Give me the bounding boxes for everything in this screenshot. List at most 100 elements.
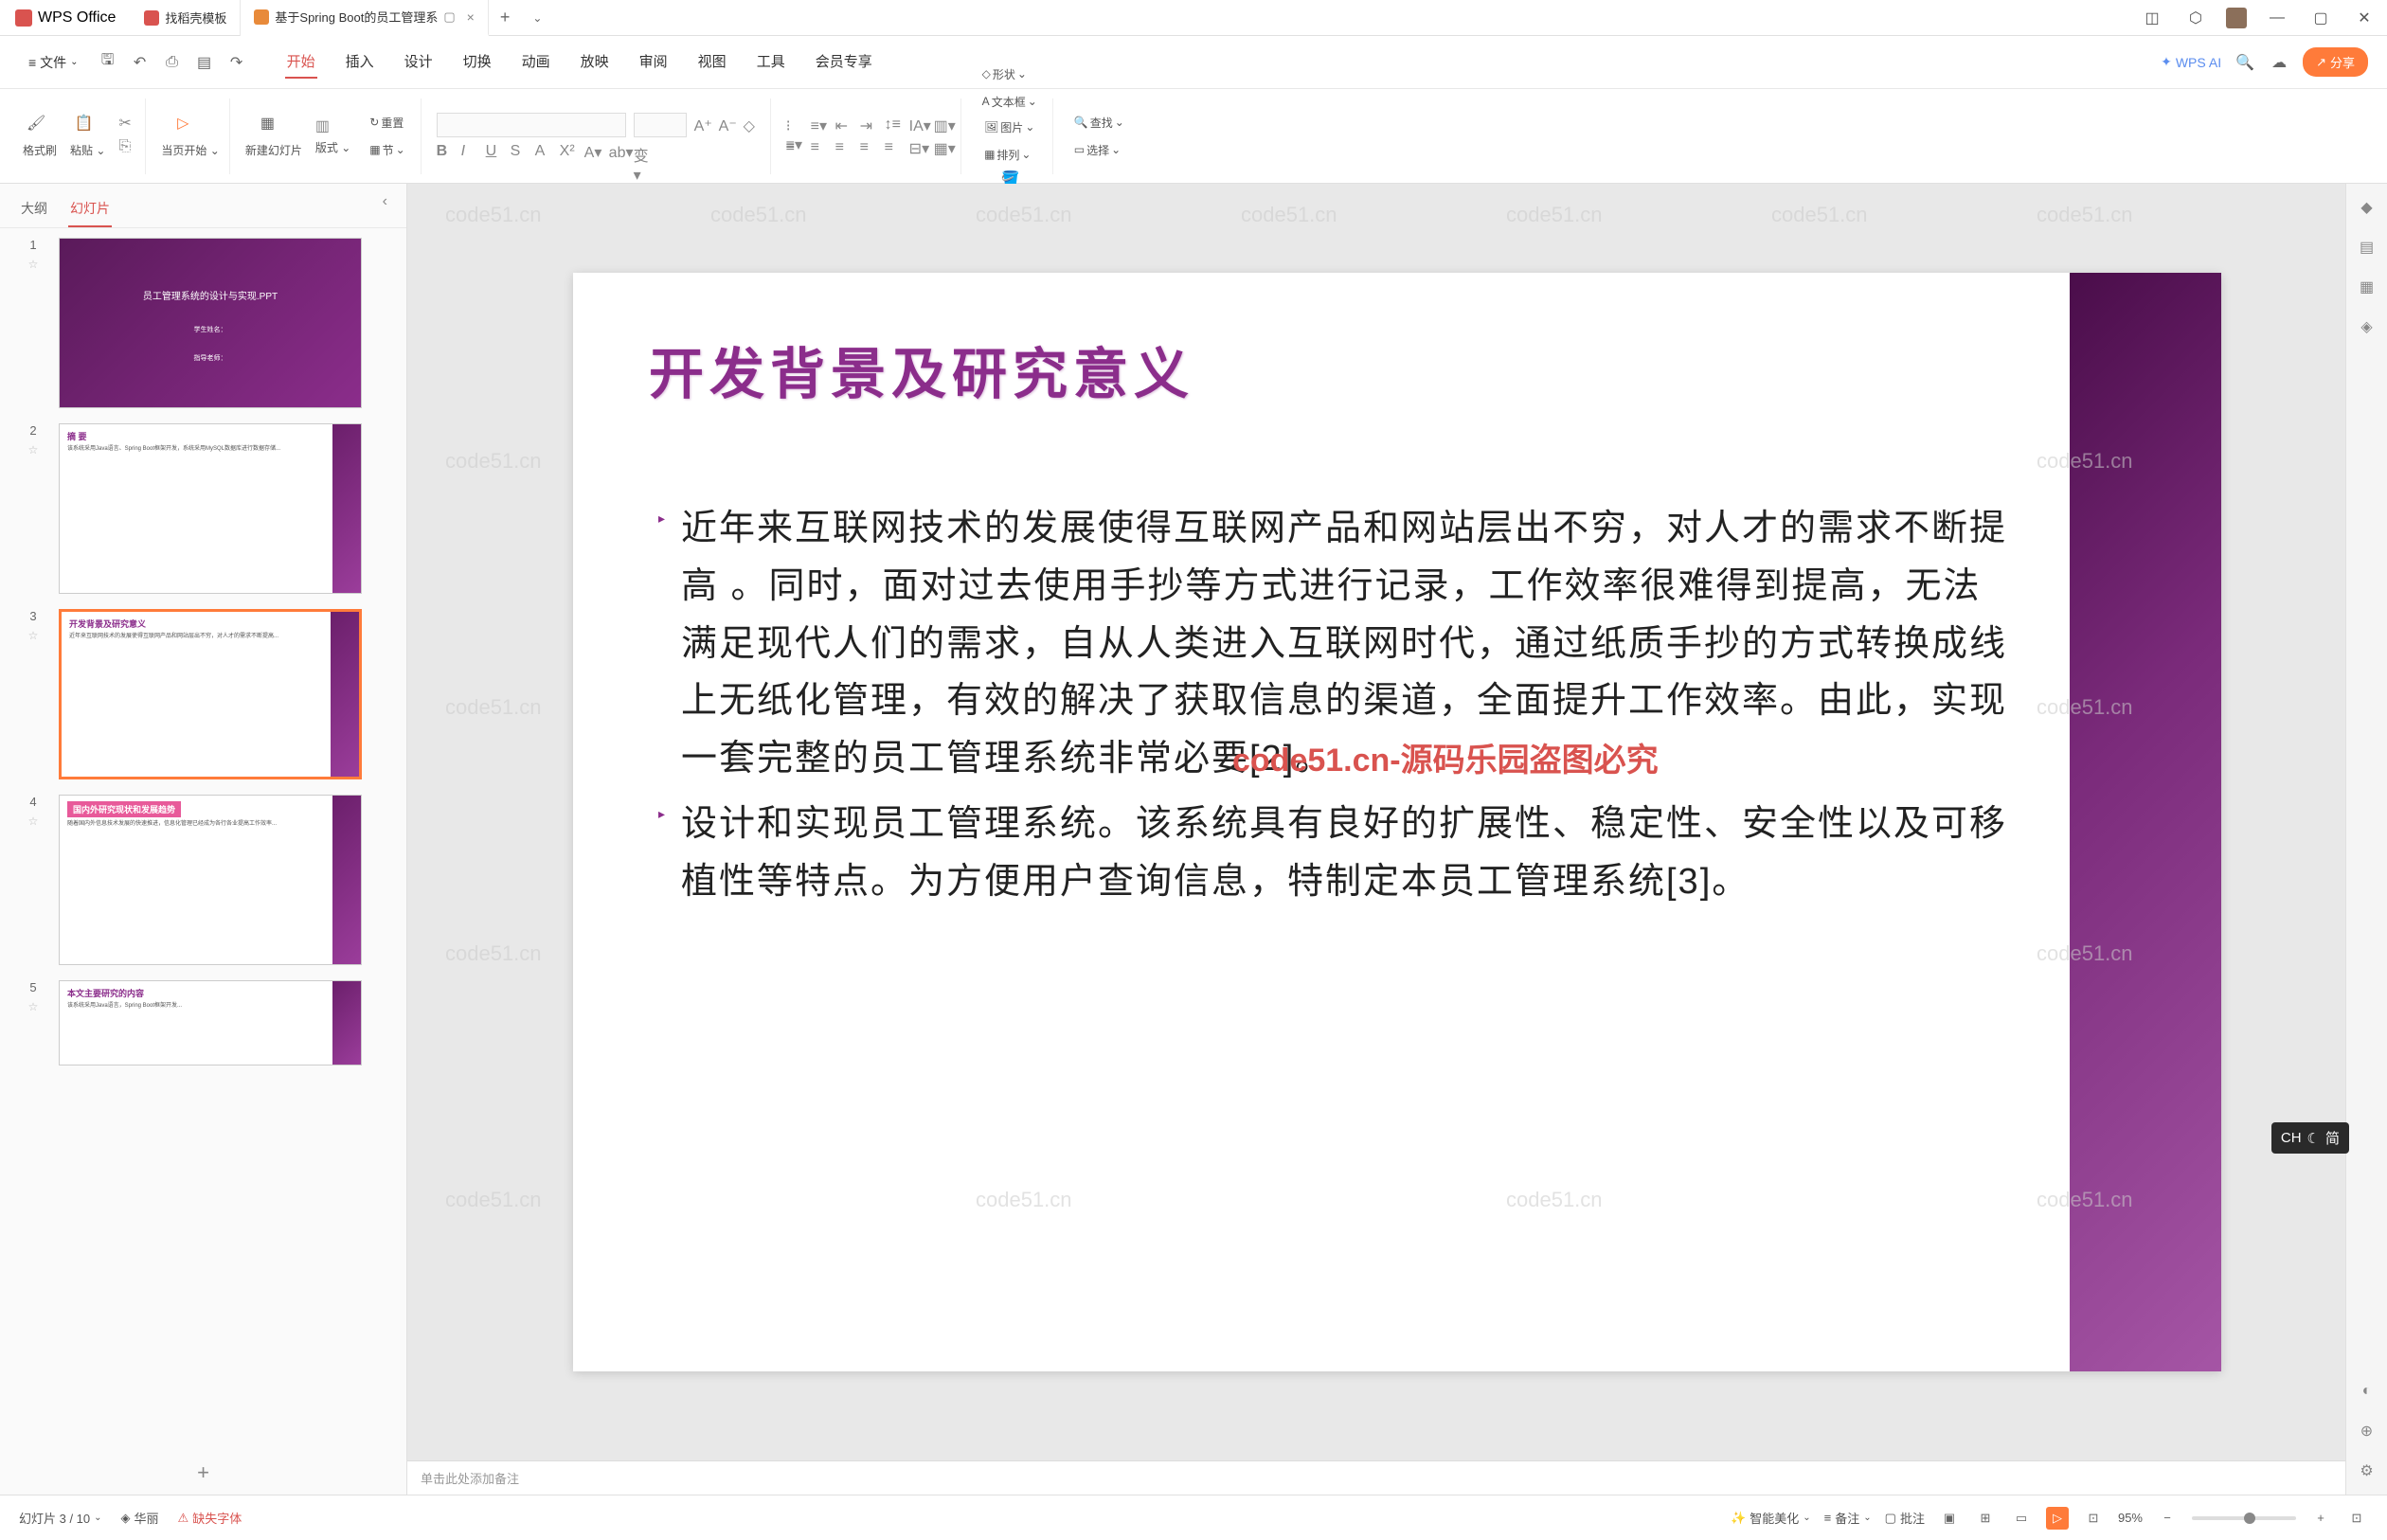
tool-3-icon[interactable]: ▦ (2355, 275, 2379, 299)
tab-view[interactable]: 视图 (696, 45, 728, 79)
tab-menu-button[interactable]: ⌄ (521, 11, 553, 25)
tool-4-icon[interactable]: ◈ (2355, 314, 2379, 339)
comments-toggle[interactable]: ▢ 批注 (1885, 1509, 1925, 1527)
undo-icon[interactable]: ↶ (130, 52, 151, 73)
tool-bottom-1-icon[interactable]: ◐ (2355, 1379, 2379, 1404)
bold-icon[interactable]: B (437, 143, 454, 160)
add-slide-button[interactable]: + (197, 1460, 209, 1485)
slide-canvas[interactable]: 开发背景及研究意义 近年来互联网技术的发展使得互联网产品和网站层出不穷，对人才的… (407, 184, 2387, 1460)
tab-review[interactable]: 审阅 (637, 45, 670, 79)
print-icon[interactable]: ⎙ (162, 52, 183, 73)
share-button[interactable]: ↗ 分享 (2303, 47, 2368, 77)
redo-icon[interactable]: ↷ (226, 52, 247, 73)
shadow-icon[interactable]: A (535, 143, 552, 160)
thumbnail-1[interactable]: 员工管理系统的设计与实现.PPT 学生姓名： 指导老师： (59, 238, 362, 408)
reset-button[interactable]: ↻ 重置 (364, 112, 410, 134)
close-tab-icon[interactable]: × (467, 9, 475, 25)
line-spacing-icon[interactable]: ↕≡ (885, 116, 902, 134)
tool-bottom-2-icon[interactable]: ⊕ (2355, 1419, 2379, 1443)
tool-bottom-3-icon[interactable]: ⚙ (2355, 1459, 2379, 1483)
font-color-icon[interactable]: A▾ (584, 143, 601, 160)
columns-icon[interactable]: ▥▾ (934, 116, 951, 134)
cloud-icon[interactable]: ☁ (2269, 52, 2289, 73)
distribute-icon[interactable]: ≡ (885, 139, 902, 156)
zoom-slider[interactable] (2192, 1516, 2296, 1520)
view-sorter-icon[interactable]: ⊞ (1974, 1507, 1997, 1530)
theme-indicator[interactable]: ◈ 华丽 (121, 1509, 159, 1527)
present-icon[interactable]: ▢ (443, 9, 455, 25)
collapse-sidebar-icon[interactable]: ‹ (383, 193, 387, 210)
italic-icon[interactable]: I (461, 143, 478, 160)
tab-document[interactable]: 基于Spring Boot的员工管理系 ▢ × (241, 0, 488, 36)
align-center-icon[interactable]: ≡ (811, 139, 828, 156)
from-current-button[interactable]: ▷ 当页开始 ⌄ (161, 114, 219, 158)
notes-bar[interactable]: 单击此处添加备注 (407, 1460, 2387, 1495)
clear-format-icon[interactable]: ◇ (744, 116, 761, 134)
maximize-button[interactable]: ▢ (2307, 5, 2334, 31)
ime-indicator[interactable]: CH ☾ 简 (2271, 1122, 2349, 1154)
notes-toggle[interactable]: ≡ 备注 ⌄ (1824, 1509, 1872, 1527)
tab-member[interactable]: 会员专享 (814, 45, 874, 79)
tab-start[interactable]: 开始 (285, 45, 317, 79)
view-extra-icon[interactable]: ⊡ (2082, 1507, 2105, 1530)
file-menu[interactable]: ≡ 文件 ⌄ (19, 47, 88, 78)
highlight-icon[interactable]: ab▾ (609, 143, 626, 160)
align-left-icon[interactable]: ≡ (786, 139, 803, 156)
tab-animation[interactable]: 动画 (520, 45, 552, 79)
thumbnail-3[interactable]: 开发背景及研究意义 近年来互联网技术的发展使得互联网产品和网站层出不穷，对人才的… (59, 609, 362, 779)
font-family-select[interactable] (437, 113, 626, 137)
strikethrough-icon[interactable]: S (511, 143, 528, 160)
save-icon[interactable]: 🖫 (98, 52, 118, 73)
tab-tools[interactable]: 工具 (755, 45, 787, 79)
change-case-icon[interactable]: 变▾ (634, 143, 651, 160)
format-painter-button[interactable]: 🖌 格式刷 (23, 114, 57, 158)
slide-counter[interactable]: 幻灯片 3 / 10 ⌄ (19, 1509, 102, 1527)
view-slideshow-icon[interactable]: ▷ (2046, 1507, 2069, 1530)
thumbnail-2[interactable]: 摘 要 该系统采用Java语言、Spring Boot框架开发，系统采用MySQ… (59, 423, 362, 594)
app-brand[interactable]: WPS Office (0, 0, 131, 36)
select-button[interactable]: ▭ 选择 ⌄ (1068, 139, 1130, 161)
star-icon[interactable]: ☆ (28, 1000, 39, 1013)
sidebar-tab-slides[interactable]: 幻灯片 (68, 191, 112, 227)
zoom-value[interactable]: 95% (2118, 1511, 2143, 1525)
cut-icon[interactable]: ✂ (118, 114, 135, 131)
copy-icon[interactable]: ⎘ (118, 138, 135, 155)
section-button[interactable]: ▦ 节 ⌄ (364, 139, 410, 161)
decrease-font-icon[interactable]: A⁻ (719, 116, 736, 134)
tab-transition[interactable]: 切换 (461, 45, 494, 79)
underline-icon[interactable]: U (486, 143, 503, 160)
align-justify-icon[interactable]: ≡ (860, 139, 877, 156)
text-direction-icon[interactable]: IA▾ (909, 116, 926, 134)
sidebar-tab-outline[interactable]: 大纲 (19, 191, 49, 227)
tool-2-icon[interactable]: ▤ (2355, 235, 2379, 260)
preview-icon[interactable]: ▤ (194, 52, 215, 73)
new-slide-button[interactable]: ▦ 新建幻灯片 (245, 114, 302, 158)
avatar-icon[interactable] (2226, 8, 2247, 28)
search-icon[interactable]: 🔍 (2234, 52, 2255, 73)
indent-left-icon[interactable]: ⇤ (835, 116, 852, 134)
textbox-button[interactable]: A 文本框 ⌄ (977, 91, 1043, 113)
tool-1-icon[interactable]: ◆ (2355, 195, 2379, 220)
superscript-icon[interactable]: X² (560, 143, 577, 160)
view-normal-icon[interactable]: ▣ (1938, 1507, 1961, 1530)
indent-right-icon[interactable]: ⇥ (860, 116, 877, 134)
align-vertical-icon[interactable]: ⊟▾ (909, 139, 926, 156)
cube-icon[interactable]: ⬡ (2182, 5, 2209, 31)
thumbnail-5[interactable]: 本文主要研究的内容 该系统采用Java语言，Spring Boot框架开发... (59, 980, 362, 1065)
tab-design[interactable]: 设计 (403, 45, 435, 79)
layout-button[interactable]: ▥ (315, 116, 350, 134)
convert-smartart-icon[interactable]: ▦▾ (934, 139, 951, 156)
view-reading-icon[interactable]: ▭ (2010, 1507, 2033, 1530)
star-icon[interactable]: ☆ (28, 258, 39, 271)
close-button[interactable]: ✕ (2351, 5, 2378, 31)
slide-title[interactable]: 开发背景及研究意义 (649, 330, 1194, 409)
star-icon[interactable]: ☆ (28, 629, 39, 642)
find-button[interactable]: 🔍 查找 ⌄ (1068, 112, 1130, 134)
shape-button[interactable]: ◇ 形状 ⌄ (977, 63, 1043, 85)
zoom-out-button[interactable]: − (2156, 1507, 2179, 1530)
align-right-icon[interactable]: ≡ (835, 139, 852, 156)
font-size-select[interactable] (634, 113, 687, 137)
star-icon[interactable]: ☆ (28, 443, 39, 457)
minimize-button[interactable]: — (2264, 5, 2290, 31)
tab-templates[interactable]: 找稻壳模板 (131, 0, 241, 36)
